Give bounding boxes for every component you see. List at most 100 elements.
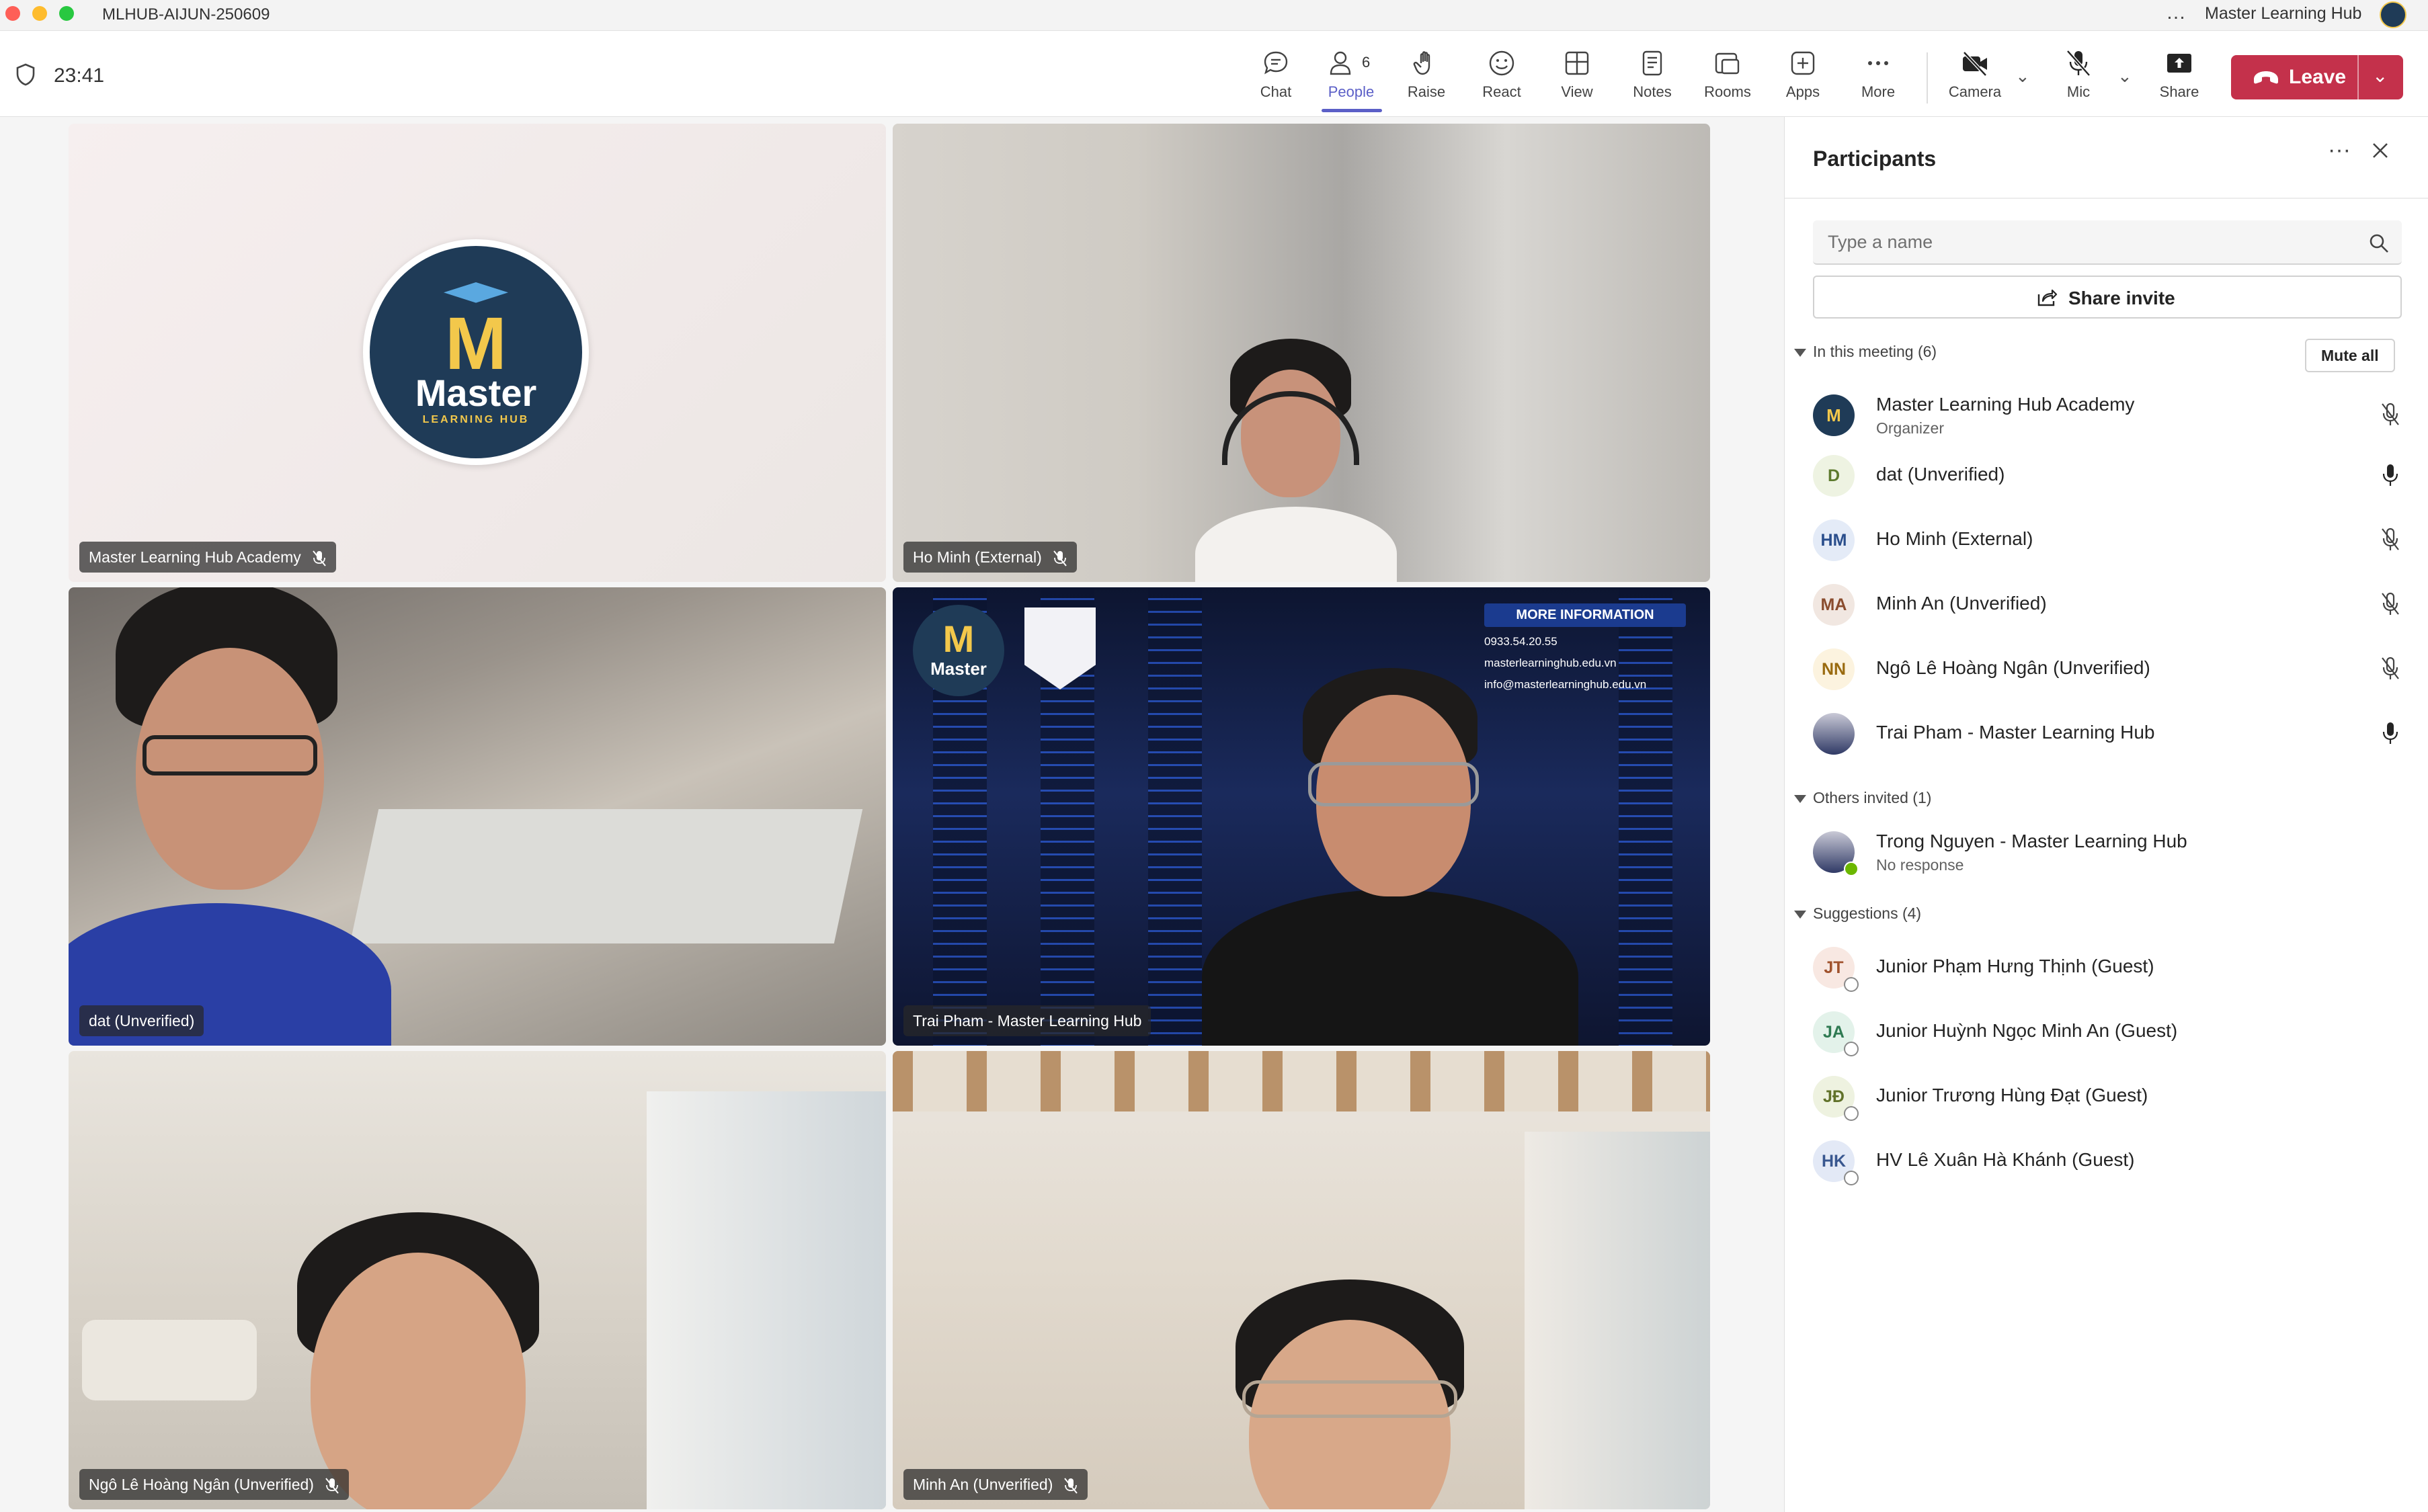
tile-name-tag: dat (Unverified): [79, 1005, 204, 1036]
rooms-icon: [1715, 52, 1740, 75]
camera-options-chevron[interactable]: ⌄: [2015, 66, 2030, 87]
logo-subtitle: LEARNING HUB: [422, 414, 530, 425]
suggestion-row[interactable]: JA Junior Huỳnh Ngọc Minh An (Guest): [1785, 1003, 2428, 1060]
logo-word: Master: [930, 659, 987, 679]
share-button[interactable]: Share: [2146, 48, 2213, 110]
people-icon: [1330, 51, 1351, 75]
presence-available-icon: [1844, 862, 1859, 876]
participants-panel: Participants ··· Share invite In this me…: [1784, 117, 2428, 1512]
section-in-meeting[interactable]: In this meeting (6): [1794, 343, 1937, 361]
account-avatar[interactable]: [2380, 1, 2406, 28]
mic-off-icon: [2382, 528, 2399, 550]
raise-hand-button[interactable]: Raise: [1393, 48, 1460, 110]
section-suggestions[interactable]: Suggestions (4): [1794, 905, 1921, 923]
panel-divider: [1785, 198, 2428, 199]
suggestion-row[interactable]: HK HV Lê Xuân Hà Khánh (Guest): [1785, 1132, 2428, 1189]
server-rack: [1148, 587, 1202, 1046]
react-button[interactable]: React: [1468, 48, 1535, 110]
logo-letter: M: [942, 618, 975, 660]
leave-button[interactable]: Leave ⌄: [2231, 55, 2403, 99]
suggestion-row[interactable]: JĐ Junior Trương Hùng Đạt (Guest): [1785, 1067, 2428, 1125]
raise-label: Raise: [1407, 83, 1446, 100]
meeting-toolbar: 23:41 Chat 6 People Raise React View Not…: [0, 31, 2428, 117]
invited-row[interactable]: Trong Nguyen - Master Learning Hub No re…: [1785, 823, 2428, 880]
mic-icon: [2382, 464, 2398, 486]
search-input[interactable]: [1828, 228, 2339, 255]
hang-up-icon: [2254, 71, 2278, 84]
video-tile-organizer[interactable]: M Master LEARNING HUB Master Learning Hu…: [69, 124, 886, 582]
add-app-icon: [1791, 51, 1815, 75]
leave-divider: [2357, 55, 2359, 99]
video-tile-ngo-le-hoang-ngan[interactable]: Ngô Lê Hoàng Ngân (Unverified): [69, 1051, 886, 1509]
mic-off-icon: [325, 1478, 339, 1494]
participant-row[interactable]: NN Ngô Lê Hoàng Ngân (Unverified): [1785, 640, 2428, 698]
participant-search: [1813, 220, 2402, 265]
room-table: [350, 809, 863, 943]
video-tile-trai-pham[interactable]: M Master MORE INFORMATION 0933.54.20.55 …: [893, 587, 1710, 1046]
video-tile-ho-minh[interactable]: Ho Minh (External): [893, 124, 1710, 582]
panel-more-button[interactable]: ···: [2328, 137, 2351, 163]
shirt: [1202, 890, 1578, 1046]
tile-name: Trai Pham - Master Learning Hub: [913, 1012, 1142, 1030]
participant-row[interactable]: MA Minh An (Unverified): [1785, 575, 2428, 633]
participant-video-figure: [270, 1212, 566, 1509]
people-active-indicator: [1322, 109, 1382, 112]
participant-name: Minh An (Unverified): [1876, 593, 2047, 614]
participant-name: dat (Unverified): [1876, 464, 2005, 485]
participant-name: Ho Minh (External): [1876, 528, 2033, 549]
zoom-window-button[interactable]: [59, 6, 74, 21]
view-button[interactable]: View: [1543, 48, 1611, 110]
video-tile-dat[interactable]: dat (Unverified): [69, 587, 886, 1046]
participant-name: Ngô Lê Hoàng Ngân (Unverified): [1876, 657, 2150, 678]
participant-row[interactable]: Trai Pham - Master Learning Hub: [1785, 704, 2428, 762]
mic-icon: [2382, 722, 2398, 744]
rooms-button[interactable]: Rooms: [1694, 48, 1761, 110]
window-light: [1525, 1132, 1710, 1509]
share-invite-button[interactable]: Share invite: [1813, 276, 2402, 319]
react-label: React: [1482, 83, 1521, 100]
video-tile-minh-an[interactable]: Minh An (Unverified): [893, 1051, 1710, 1509]
participant-name: Master Learning Hub Academy: [1876, 394, 2135, 415]
mute-all-button[interactable]: Mute all: [2305, 339, 2395, 372]
title-more-button[interactable]: …: [2166, 1, 2187, 24]
participant-role: Organizer: [1876, 419, 1944, 437]
participant-name: Trai Pham - Master Learning Hub: [1876, 722, 2155, 743]
camera-button[interactable]: Camera: [1941, 48, 2009, 110]
section-others-invited[interactable]: Others invited (1): [1794, 789, 1931, 807]
suggestion-row[interactable]: JT Junior Phạm Hưng Thịnh (Guest): [1785, 938, 2428, 996]
tile-name: Minh An (Unverified): [913, 1476, 1053, 1493]
notes-button[interactable]: Notes: [1619, 48, 1686, 110]
participant-row[interactable]: D dat (Unverified): [1785, 446, 2428, 504]
search-icon[interactable]: [2368, 233, 2390, 254]
leave-options-chevron[interactable]: ⌄: [2372, 65, 2388, 87]
more-button[interactable]: More: [1845, 48, 1912, 110]
chevron-down-icon: [1794, 794, 1806, 803]
minimize-window-button[interactable]: [32, 6, 47, 21]
participant-row[interactable]: M Master Learning Hub Academy Organizer: [1785, 386, 2428, 444]
info-phone: 0933.54.20.55: [1484, 635, 1557, 648]
mic-options-chevron[interactable]: ⌄: [2117, 66, 2132, 87]
people-button[interactable]: 6 People: [1318, 48, 1385, 110]
mic-off-icon: [313, 550, 326, 566]
close-icon[interactable]: [2370, 140, 2391, 161]
suggestion-name: Junior Phạm Hưng Thịnh (Guest): [1876, 956, 2154, 976]
tile-name-tag: Ho Minh (External): [903, 542, 1077, 573]
chat-button[interactable]: Chat: [1242, 48, 1309, 110]
tile-name: dat (Unverified): [89, 1012, 195, 1030]
tile-name: Master Learning Hub Academy: [89, 548, 301, 566]
avatar: MA: [1813, 584, 1855, 626]
camera-off-icon: [1963, 51, 1987, 77]
organizer-avatar-logo: M Master LEARNING HUB: [363, 239, 589, 465]
glasses: [1308, 762, 1479, 806]
close-window-button[interactable]: [5, 6, 20, 21]
tile-name-tag: Ngô Lê Hoàng Ngân (Unverified): [79, 1469, 349, 1500]
participant-row[interactable]: HM Ho Minh (External): [1785, 511, 2428, 569]
teams-meeting-window: MLHUB-AIJUN-250609 … Master Learning Hub…: [0, 0, 2428, 1512]
view-label: View: [1561, 83, 1593, 100]
smiley-icon: [1489, 50, 1514, 76]
mic-button[interactable]: Mic: [2045, 48, 2112, 110]
camera-label: Camera: [1948, 83, 2002, 100]
chevron-down-icon: [1794, 348, 1806, 357]
apps-button[interactable]: Apps: [1769, 48, 1836, 110]
shield-icon[interactable]: [15, 63, 36, 86]
